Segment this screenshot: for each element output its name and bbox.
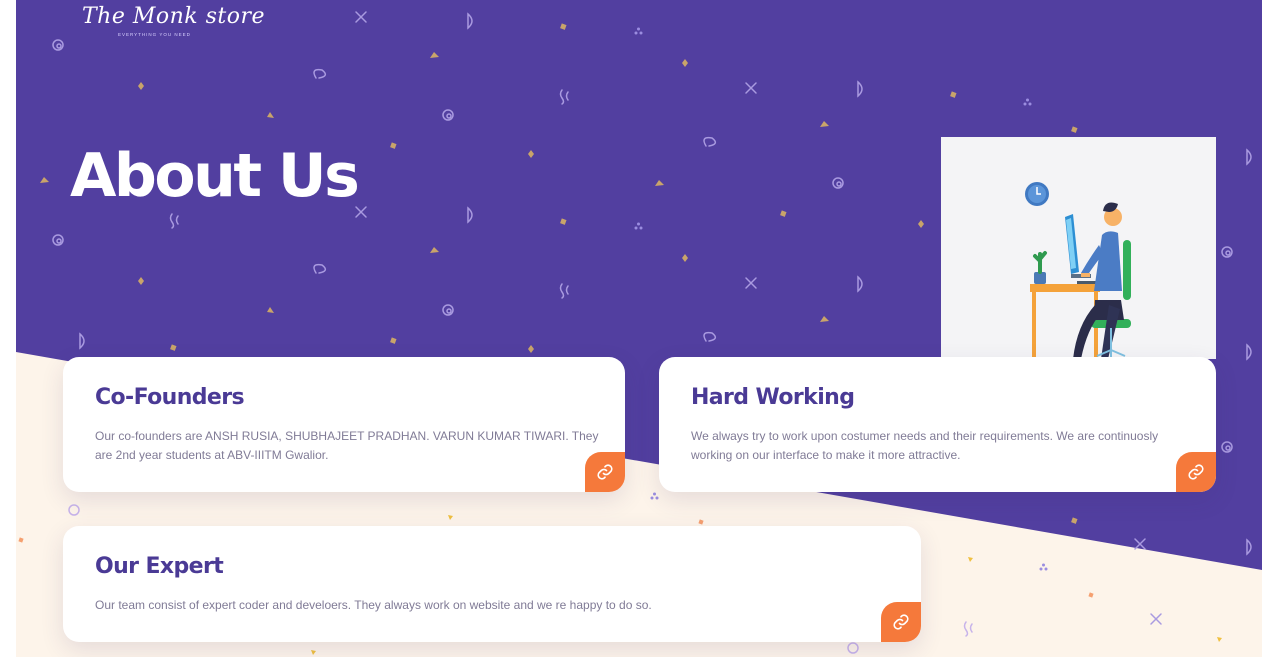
about-page: The Monk store EVERYTHING YOU NEED About…: [16, 0, 1262, 657]
card-link-button[interactable]: [1176, 452, 1216, 492]
card-text: Our team consist of expert coder and dev…: [95, 598, 652, 612]
page-title: About Us: [70, 141, 360, 211]
logo-tagline: EVERYTHING YOU NEED: [118, 32, 191, 37]
co-founders-card: Co-Founders Our co-founders are ANSH RUS…: [63, 357, 625, 492]
card-title: Co-Founders: [95, 385, 245, 410]
link-icon: [597, 464, 613, 480]
card-text: Our co-founders are ANSH RUSIA, SHUBHAJE…: [95, 429, 599, 462]
brand-logo[interactable]: The Monk store EVERYTHING YOU NEED: [82, 2, 266, 42]
our-expert-card: Our Expert Our team consist of expert co…: [63, 526, 921, 642]
card-text: We always try to work upon costumer need…: [691, 429, 1159, 462]
card-link-button[interactable]: [585, 452, 625, 492]
logo-text: The Monk store: [82, 4, 266, 29]
link-icon: [893, 614, 909, 630]
hard-working-card: Hard Working We always try to work upon …: [659, 357, 1216, 492]
card-title: Our Expert: [95, 554, 224, 579]
link-icon: [1188, 464, 1204, 480]
card-link-button[interactable]: [881, 602, 921, 642]
card-title: Hard Working: [691, 385, 855, 410]
person-at-desk-illustration: [941, 137, 1216, 359]
